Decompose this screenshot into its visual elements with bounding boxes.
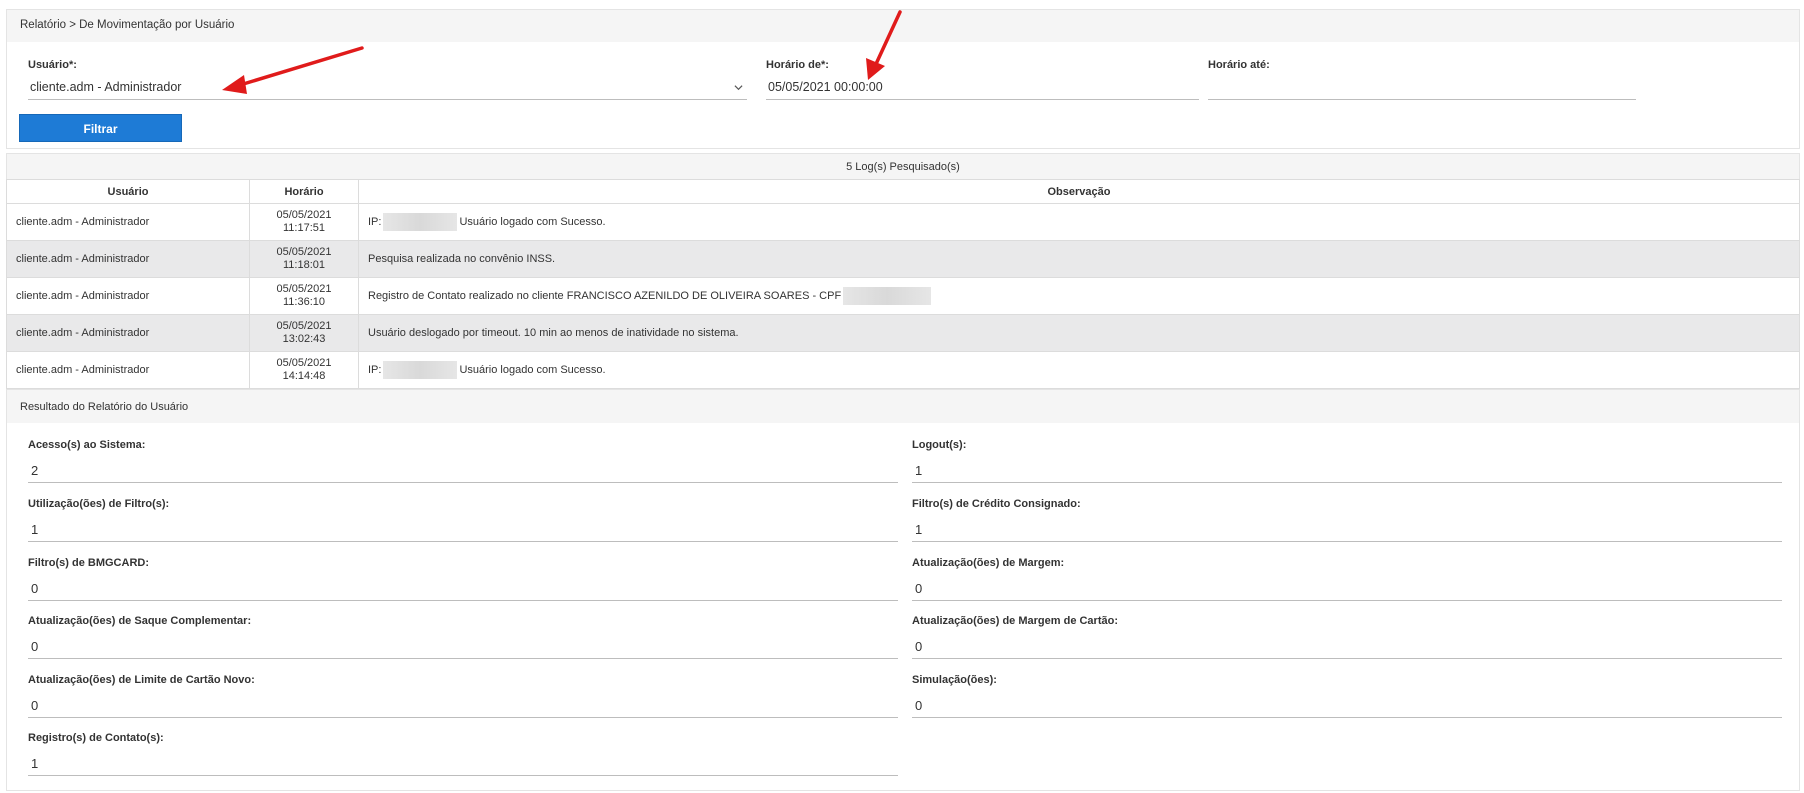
result-label: Logout(s): <box>912 439 967 451</box>
result-filtros: Utilização(ões) de Filtro(s): 1 <box>28 498 898 542</box>
row-time: 14:14:48 <box>282 370 326 382</box>
row-time: 11:17:51 <box>282 222 325 234</box>
row-usuario: cliente.adm - Administrador <box>6 203 250 241</box>
chevron-down-icon <box>734 85 743 91</box>
row-obs-text: Registro de Contato realizado no cliente… <box>368 289 842 302</box>
horario-de-label: Horário de*: <box>766 59 829 71</box>
result-label: Registro(s) de Contato(s): <box>28 732 164 744</box>
table-header-row: Usuário Horário Observação <box>6 179 1800 204</box>
redacted-cpf <box>843 287 932 305</box>
row-usuario: cliente.adm - Administrador <box>6 240 250 278</box>
result-acessos: Acesso(s) ao Sistema: 2 <box>28 439 898 483</box>
result-value: 0 <box>912 697 1782 718</box>
horario-de-value: 05/05/2021 00:00:00 <box>768 80 883 94</box>
result-margem: Atualização(ões) de Margem: 0 <box>912 557 1782 601</box>
row-observacao: Pesquisa realizada no convênio INSS. <box>358 240 1800 278</box>
table-row: cliente.adm - Administrador 05/05/2021 11… <box>6 240 1800 278</box>
breadcrumb: Relatório > De Movimentação por Usuário <box>6 9 1800 42</box>
table-row: cliente.adm - Administrador 05/05/2021 11… <box>6 203 1800 241</box>
row-date: 05/05/2021 <box>276 246 332 258</box>
row-horario: 05/05/2021 11:17:51 <box>249 203 359 241</box>
result-margem-cartao: Atualização(ões) de Margem de Cartão: 0 <box>912 615 1782 659</box>
usuario-label: Usuário*: <box>28 59 77 71</box>
row-usuario: cliente.adm - Administrador <box>6 277 250 315</box>
result-value: 0 <box>912 638 1782 659</box>
row-obs-prefix: IP: <box>368 363 382 376</box>
row-horario: 05/05/2021 14:14:48 <box>249 351 359 389</box>
usuario-select-value: cliente.adm - Administrador <box>30 80 182 94</box>
row-time: 13:02:43 <box>282 333 326 345</box>
table-row: cliente.adm - Administrador 05/05/2021 13… <box>6 314 1800 352</box>
horario-ate-input[interactable] <box>1208 74 1636 100</box>
result-label: Filtro(s) de Crédito Consignado: <box>912 498 1081 510</box>
result-registros-contato: Registro(s) de Contato(s): 1 <box>28 732 898 776</box>
row-observacao: Registro de Contato realizado no cliente… <box>358 277 1800 315</box>
row-date: 05/05/2021 <box>276 320 332 332</box>
result-value: 1 <box>912 462 1782 483</box>
result-label: Acesso(s) ao Sistema: <box>28 439 146 451</box>
result-credito-consignado: Filtro(s) de Crédito Consignado: 1 <box>912 498 1782 542</box>
row-date: 05/05/2021 <box>276 357 332 369</box>
result-simulacoes: Simulação(ões): 0 <box>912 674 1782 718</box>
result-value: 0 <box>912 580 1782 601</box>
result-saque-complementar: Atualização(ões) de Saque Complementar: … <box>28 615 898 659</box>
result-label: Atualização(ões) de Margem de Cartão: <box>912 615 1118 627</box>
table-row: cliente.adm - Administrador 05/05/2021 14… <box>6 351 1800 389</box>
row-obs-text: Usuário logado com Sucesso. <box>459 215 606 228</box>
result-label: Atualização(ões) de Limite de Cartão Nov… <box>28 674 255 686</box>
result-label: Atualização(ões) de Margem: <box>912 557 1065 569</box>
row-observacao: Usuário deslogado por timeout. 10 min ao… <box>358 314 1800 352</box>
result-bmgcard: Filtro(s) de BMGCARD: 0 <box>28 557 898 601</box>
result-label: Atualização(ões) de Saque Complementar: <box>28 615 252 627</box>
result-value: 1 <box>28 755 898 776</box>
result-label: Utilização(ões) de Filtro(s): <box>28 498 170 510</box>
result-label: Filtro(s) de BMGCARD: <box>28 557 149 569</box>
column-header-observacao: Observação <box>358 179 1800 204</box>
row-horario: 05/05/2021 11:18:01 <box>249 240 359 278</box>
usuario-select[interactable]: cliente.adm - Administrador <box>28 74 747 100</box>
results-panel: Acesso(s) ao Sistema: 2 Utilização(ões) … <box>6 423 1800 791</box>
result-value: 2 <box>28 462 898 483</box>
row-time: 11:36:10 <box>282 296 325 308</box>
column-header-usuario: Usuário <box>6 179 250 204</box>
row-horario: 05/05/2021 13:02:43 <box>249 314 359 352</box>
row-obs-text: Usuário logado com Sucesso. <box>459 363 606 376</box>
row-horario: 05/05/2021 11:36:10 <box>249 277 359 315</box>
row-obs-prefix: IP: <box>368 215 382 228</box>
row-observacao: IP: Usuário logado com Sucesso. <box>358 351 1800 389</box>
row-time: 11:18:01 <box>282 259 325 271</box>
result-value: 1 <box>28 521 898 542</box>
filter-panel: Usuário*: cliente.adm - Administrador Ho… <box>6 42 1800 149</box>
row-observacao: IP: Usuário logado com Sucesso. <box>358 203 1800 241</box>
filter-button[interactable]: Filtrar <box>19 114 182 142</box>
logs-table: Usuário Horário Observação cliente.adm -… <box>6 179 1800 389</box>
result-value: 1 <box>912 521 1782 542</box>
report-page: Relatório > De Movimentação por Usuário … <box>0 0 1804 793</box>
redacted-ip <box>383 213 458 231</box>
results-title: Resultado do Relatório do Usuário <box>6 389 1800 423</box>
redacted-ip <box>383 361 458 379</box>
row-date: 05/05/2021 <box>276 283 332 295</box>
log-count: 5 Log(s) Pesquisado(s) <box>6 153 1800 179</box>
column-header-horario: Horário <box>249 179 359 204</box>
row-usuario: cliente.adm - Administrador <box>6 351 250 389</box>
row-date: 05/05/2021 <box>276 209 332 221</box>
table-row: cliente.adm - Administrador 05/05/2021 11… <box>6 277 1800 315</box>
row-usuario: cliente.adm - Administrador <box>6 314 250 352</box>
result-label: Simulação(ões): <box>912 674 997 686</box>
result-value: 0 <box>28 697 898 718</box>
result-value: 0 <box>28 638 898 659</box>
result-value: 0 <box>28 580 898 601</box>
horario-de-input[interactable]: 05/05/2021 00:00:00 <box>766 74 1199 100</box>
result-logouts: Logout(s): 1 <box>912 439 1782 483</box>
result-limite-cartao: Atualização(ões) de Limite de Cartão Nov… <box>28 674 898 718</box>
horario-ate-label: Horário até: <box>1208 59 1270 71</box>
